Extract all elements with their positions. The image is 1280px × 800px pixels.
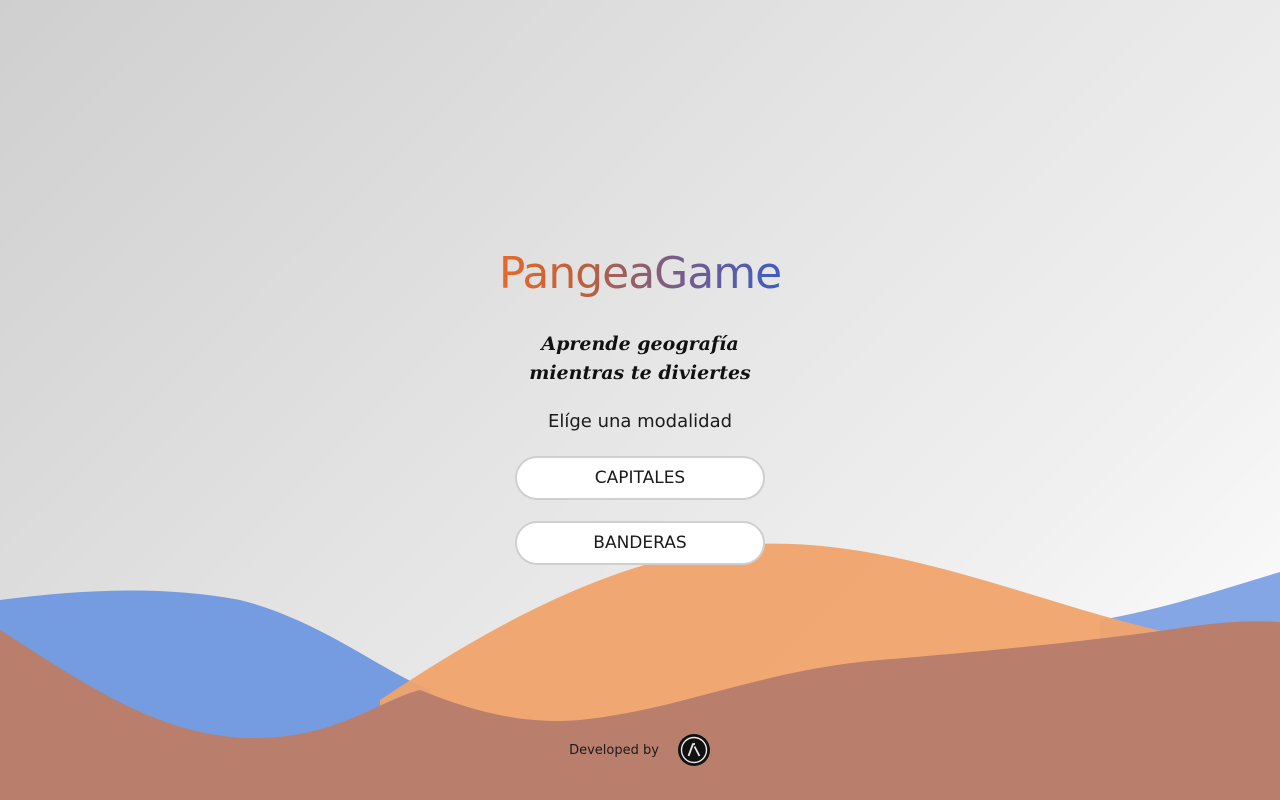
main-content: PangeaGame Aprende geografía mientras te… bbox=[0, 0, 1280, 800]
capitales-button[interactable]: CAPITALES bbox=[515, 456, 765, 500]
app-title-text: PangeaGame bbox=[498, 248, 782, 299]
mode-prompt: Elíge una modalidad bbox=[547, 411, 733, 432]
banderas-button[interactable]: BANDERAS bbox=[515, 521, 765, 565]
footer: Developed by bbox=[0, 733, 1280, 767]
tagline: Aprende geografía mientras te diviertes bbox=[0, 330, 1280, 388]
tagline-line-1: Aprende geografía bbox=[541, 333, 739, 355]
app-title: PangeaGame bbox=[0, 244, 1280, 304]
developed-by-label: Developed by bbox=[569, 742, 659, 758]
developer-logo-icon[interactable] bbox=[677, 733, 711, 767]
tagline-line-2: mientras te diviertes bbox=[529, 362, 751, 384]
